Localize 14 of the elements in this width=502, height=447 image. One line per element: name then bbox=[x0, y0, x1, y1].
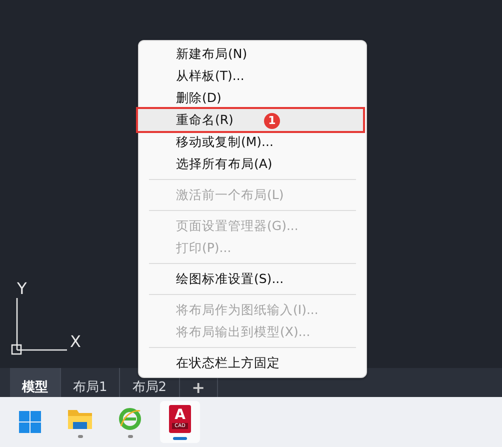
menu-item[interactable]: 选择所有布局(A) bbox=[139, 153, 366, 175]
y-axis-label: Y bbox=[17, 281, 27, 297]
menu-item[interactable]: 绘图标准设置(S)... bbox=[139, 268, 366, 290]
menu-item[interactable]: 新建布局(N) bbox=[139, 43, 366, 65]
browser-icon bbox=[118, 406, 142, 430]
icon-letter: A bbox=[174, 406, 186, 422]
x-axis-label: X bbox=[70, 334, 81, 350]
step-badge: 1 bbox=[264, 113, 280, 129]
layout-tab[interactable]: 模型 bbox=[10, 368, 61, 397]
menu-item[interactable]: 重命名(R) 1 bbox=[138, 109, 363, 131]
windows-icon bbox=[18, 410, 42, 434]
menu-item[interactable]: 删除(D) bbox=[139, 87, 366, 109]
menu-item[interactable]: 从样板(T)... bbox=[139, 65, 366, 87]
menu-item[interactable]: 移动或复制(M)... bbox=[139, 131, 366, 153]
